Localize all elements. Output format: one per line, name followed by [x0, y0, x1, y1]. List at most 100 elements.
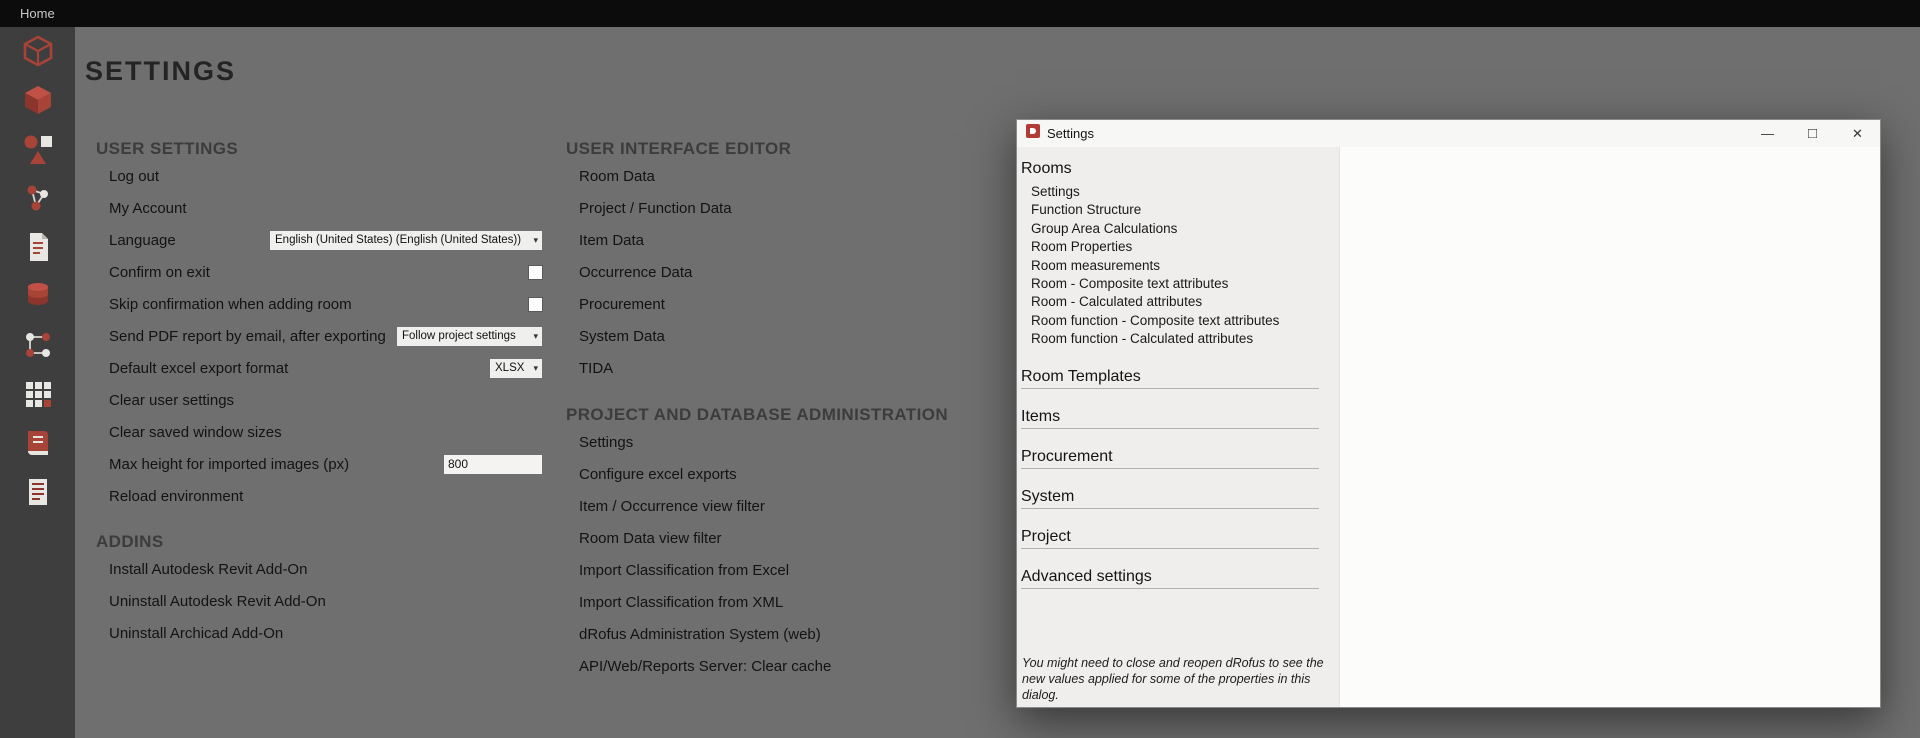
book-icon	[20, 425, 56, 461]
settings-row: Install Autodesk Revit Add-On	[96, 553, 543, 585]
send-pdf-select[interactable]: Follow project settings▾	[396, 326, 543, 347]
settings-row: Settings	[566, 426, 1006, 458]
sidebar-button-10[interactable]	[15, 472, 61, 512]
nav-item-room-composite-text-attributes[interactable]: Room - Composite text attributes	[1031, 275, 1339, 293]
nav-item-settings[interactable]: Settings	[1031, 183, 1339, 201]
room-data-view-filter-link[interactable]: Room Data view filter	[579, 530, 722, 547]
dialog-title: Settings	[1047, 126, 1094, 141]
skip-confirmation-checkbox[interactable]	[528, 297, 543, 312]
settings-row: Configure excel exports	[566, 458, 1006, 490]
excel-format-row: Default excel export format XLSX▾	[96, 352, 543, 384]
language-label: Language	[109, 232, 176, 249]
nav-item-room-function-composite-text-attributes[interactable]: Room function - Composite text attribute…	[1031, 312, 1339, 330]
page-title: SETTINGS	[85, 56, 236, 87]
maximize-button[interactable]: □	[1790, 120, 1835, 147]
nav-section-system[interactable]: System	[1021, 469, 1319, 509]
nav-section-advanced-settings[interactable]: Advanced settings	[1021, 549, 1319, 589]
configure-excel-exports-link[interactable]: Configure excel exports	[579, 466, 737, 483]
import-classification-excel-link[interactable]: Import Classification from Excel	[579, 562, 789, 579]
reload-environment-link[interactable]: Reload environment	[109, 488, 243, 505]
nav-item-room-calculated-attributes[interactable]: Room - Calculated attributes	[1031, 293, 1339, 311]
drofus-admin-system-link[interactable]: dRofus Administration System (web)	[579, 626, 821, 643]
clear-window-sizes-link[interactable]: Clear saved window sizes	[109, 424, 282, 441]
nav-item-room-properties[interactable]: Room Properties	[1031, 238, 1339, 256]
skip-confirmation-label: Skip confirmation when adding room	[109, 296, 352, 313]
room-data-link[interactable]: Room Data	[579, 168, 655, 185]
uninstall-archicad-addon-link[interactable]: Uninstall Archicad Add-On	[109, 625, 283, 642]
nav-section-procurement[interactable]: Procurement	[1021, 429, 1319, 469]
settings-row: Uninstall Archicad Add-On	[96, 617, 543, 649]
sidebar-button-4[interactable]	[15, 178, 61, 218]
home-tab[interactable]: Home	[20, 6, 55, 21]
nav-item-function-structure[interactable]: Function Structure	[1031, 201, 1339, 219]
my-account-link[interactable]: My Account	[109, 200, 187, 217]
confirm-on-exit-row: Confirm on exit	[96, 256, 543, 288]
uninstall-revit-addon-link[interactable]: Uninstall Autodesk Revit Add-On	[109, 593, 326, 610]
settings-row: Clear saved window sizes	[96, 416, 543, 448]
grid-icon	[20, 376, 56, 412]
settings-row: Reload environment	[96, 480, 543, 512]
excel-format-select[interactable]: XLSX▾	[489, 358, 543, 379]
nav-section-project[interactable]: Project	[1021, 509, 1319, 549]
nav-section-room-templates[interactable]: Room Templates	[1021, 349, 1319, 389]
nav-item-room-function-calculated-attributes[interactable]: Room function - Calculated attributes	[1031, 330, 1339, 348]
dialog-note: You might need to close and reopen dRofu…	[1022, 655, 1324, 703]
install-revit-addon-link[interactable]: Install Autodesk Revit Add-On	[109, 561, 307, 578]
cube-outline-icon	[20, 33, 56, 69]
language-row: Language English (United States) (Englis…	[96, 224, 543, 256]
sidebar-button-2[interactable]	[15, 80, 61, 120]
send-pdf-label: Send PDF report by email, after exportin…	[109, 328, 386, 345]
flowchart-icon	[20, 327, 56, 363]
window-controls: — □ ✕	[1745, 120, 1880, 147]
language-select[interactable]: English (United States) (English (United…	[269, 230, 543, 251]
nav-section-rooms[interactable]: Rooms	[1021, 159, 1339, 178]
occurrence-data-link[interactable]: Occurrence Data	[579, 264, 692, 281]
dialog-titlebar[interactable]: Settings — □ ✕	[1017, 120, 1880, 147]
admin-settings-link[interactable]: Settings	[579, 434, 633, 451]
settings-row: Item Data	[566, 224, 1006, 256]
top-bar: Home	[0, 0, 1920, 27]
drofus-logo-icon	[1026, 124, 1040, 143]
clear-user-settings-link[interactable]: Clear user settings	[109, 392, 234, 409]
confirm-on-exit-checkbox[interactable]	[528, 265, 543, 280]
api-clear-cache-link[interactable]: API/Web/Reports Server: Clear cache	[579, 658, 831, 675]
confirm-on-exit-label: Confirm on exit	[109, 264, 210, 281]
settings-row: API/Web/Reports Server: Clear cache	[566, 650, 1006, 682]
item-data-link[interactable]: Item Data	[579, 232, 644, 249]
close-button[interactable]: ✕	[1835, 120, 1880, 147]
project-function-data-link[interactable]: Project / Function Data	[579, 200, 732, 217]
logout-link[interactable]: Log out	[109, 168, 159, 185]
sidebar-button-3[interactable]	[15, 129, 61, 169]
document-icon	[20, 229, 56, 265]
settings-row: Project / Function Data	[566, 192, 1006, 224]
max-image-height-input[interactable]	[443, 454, 543, 475]
tida-link[interactable]: TIDA	[579, 360, 613, 377]
settings-row: My Account	[96, 192, 543, 224]
item-occurrence-view-filter-link[interactable]: Item / Occurrence view filter	[579, 498, 765, 515]
import-classification-xml-link[interactable]: Import Classification from XML	[579, 594, 783, 611]
coin-stack-icon	[20, 278, 56, 314]
settings-row: Import Classification from Excel	[566, 554, 1006, 586]
sidebar	[0, 27, 75, 738]
max-image-height-label: Max height for imported images (px)	[109, 456, 349, 473]
sidebar-button-6[interactable]	[15, 276, 61, 316]
ui-editor-heading: USER INTERFACE EDITOR	[566, 138, 1006, 160]
sidebar-button-9[interactable]	[15, 423, 61, 463]
settings-row: Uninstall Autodesk Revit Add-On	[96, 585, 543, 617]
nav-item-group-area-calculations[interactable]: Group Area Calculations	[1031, 220, 1339, 238]
sidebar-button-7[interactable]	[15, 325, 61, 365]
nav-section-items[interactable]: Items	[1021, 389, 1319, 429]
cube-solid-icon	[20, 82, 56, 118]
procurement-link[interactable]: Procurement	[579, 296, 665, 313]
settings-row: Item / Occurrence view filter	[566, 490, 1006, 522]
sidebar-button-1[interactable]	[15, 31, 61, 71]
chevron-down-icon: ▾	[529, 331, 538, 342]
addins-heading: ADDINS	[96, 531, 543, 553]
system-data-link[interactable]: System Data	[579, 328, 665, 345]
sidebar-button-8[interactable]	[15, 374, 61, 414]
sidebar-button-5[interactable]	[15, 227, 61, 267]
page-icon	[20, 474, 56, 510]
shapes-icon	[20, 131, 56, 167]
minimize-button[interactable]: —	[1745, 120, 1790, 147]
nav-item-room-measurements[interactable]: Room measurements	[1031, 257, 1339, 275]
